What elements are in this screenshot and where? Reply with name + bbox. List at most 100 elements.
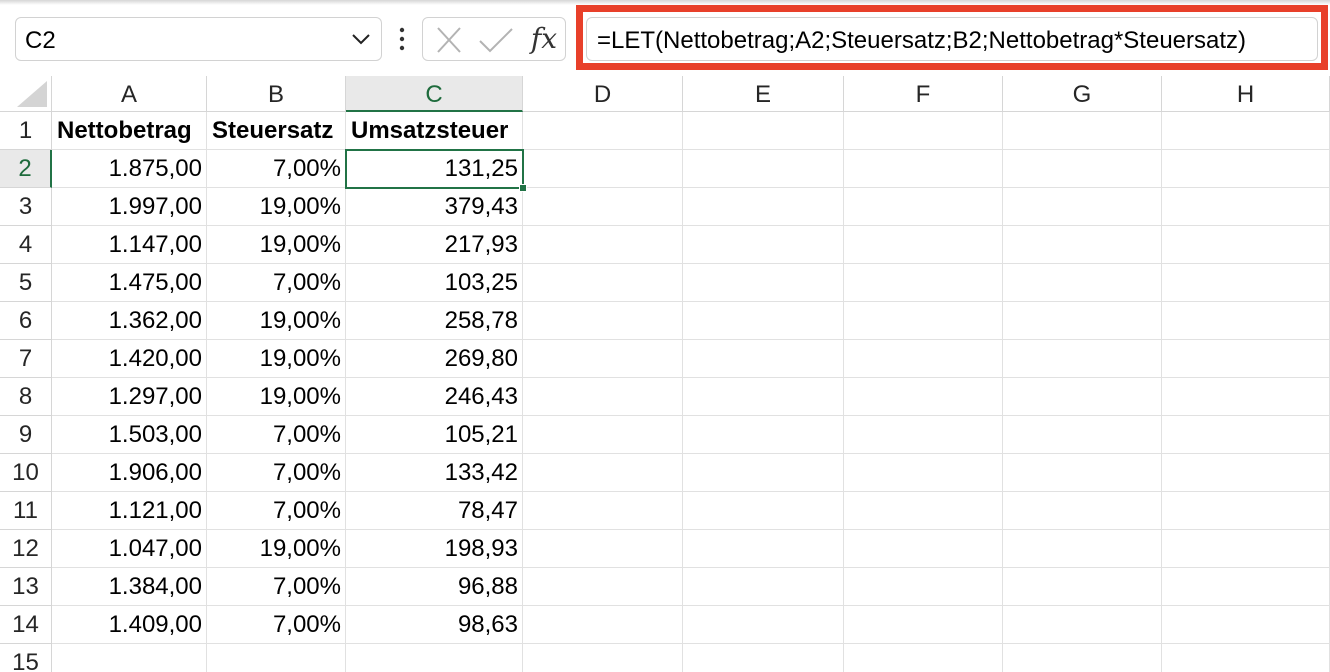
cell-a7[interactable]: 1.420,00 [52, 340, 207, 378]
cell-g8[interactable] [1003, 378, 1162, 416]
cell-e12[interactable] [683, 530, 844, 568]
row-header-4[interactable]: 4 [0, 226, 52, 264]
column-header-b[interactable]: B [207, 76, 346, 112]
cell-e6[interactable] [683, 302, 844, 340]
cell-b4[interactable]: 19,00% [207, 226, 346, 264]
cell-a14[interactable]: 1.409,00 [52, 606, 207, 644]
column-header-h[interactable]: H [1162, 76, 1330, 112]
cell-h7[interactable] [1162, 340, 1330, 378]
cell-c10[interactable]: 133,42 [346, 454, 523, 492]
row-header-11[interactable]: 11 [0, 492, 52, 530]
cell-c13[interactable]: 96,88 [346, 568, 523, 606]
cell-c7[interactable]: 269,80 [346, 340, 523, 378]
cell-d4[interactable] [523, 226, 683, 264]
cell-d6[interactable] [523, 302, 683, 340]
cell-a10[interactable]: 1.906,00 [52, 454, 207, 492]
cell-d1[interactable] [523, 112, 683, 150]
check-icon[interactable] [477, 26, 515, 54]
cell-d12[interactable] [523, 530, 683, 568]
cell-g1[interactable] [1003, 112, 1162, 150]
cell-e5[interactable] [683, 264, 844, 302]
cell-f1[interactable] [844, 112, 1003, 150]
cell-a3[interactable]: 1.997,00 [52, 188, 207, 226]
cell-e7[interactable] [683, 340, 844, 378]
cell-b3[interactable]: 19,00% [207, 188, 346, 226]
cell-h5[interactable] [1162, 264, 1330, 302]
cell-g3[interactable] [1003, 188, 1162, 226]
cell-e8[interactable] [683, 378, 844, 416]
cell-g14[interactable] [1003, 606, 1162, 644]
cell-a12[interactable]: 1.047,00 [52, 530, 207, 568]
cell-b5[interactable]: 7,00% [207, 264, 346, 302]
more-options-icon[interactable] [390, 26, 414, 52]
cell-a8[interactable]: 1.297,00 [52, 378, 207, 416]
column-header-d[interactable]: D [523, 76, 683, 112]
cell-b7[interactable]: 19,00% [207, 340, 346, 378]
cell-g4[interactable] [1003, 226, 1162, 264]
cell-f7[interactable] [844, 340, 1003, 378]
cell-d3[interactable] [523, 188, 683, 226]
cell-d11[interactable] [523, 492, 683, 530]
cell-f12[interactable] [844, 530, 1003, 568]
cell-a2[interactable]: 1.875,00 [52, 150, 207, 188]
row-header-8[interactable]: 8 [0, 378, 52, 416]
cell-a13[interactable]: 1.384,00 [52, 568, 207, 606]
cell-g6[interactable] [1003, 302, 1162, 340]
cell-d10[interactable] [523, 454, 683, 492]
cell-a9[interactable]: 1.503,00 [52, 416, 207, 454]
cell-c5[interactable]: 103,25 [346, 264, 523, 302]
cell-e4[interactable] [683, 226, 844, 264]
column-header-c[interactable]: C [346, 76, 523, 112]
cancel-icon[interactable] [431, 26, 467, 54]
cell-h15[interactable] [1162, 644, 1330, 672]
cell-c9[interactable]: 105,21 [346, 416, 523, 454]
name-box-value[interactable]: C2 [25, 27, 56, 55]
column-header-f[interactable]: F [844, 76, 1003, 112]
cell-b13[interactable]: 7,00% [207, 568, 346, 606]
cell-g15[interactable] [1003, 644, 1162, 672]
cell-h1[interactable] [1162, 112, 1330, 150]
cell-e15[interactable] [683, 644, 844, 672]
row-header-9[interactable]: 9 [0, 416, 52, 454]
cell-e1[interactable] [683, 112, 844, 150]
cell-d9[interactable] [523, 416, 683, 454]
cell-e13[interactable] [683, 568, 844, 606]
fill-handle[interactable] [519, 184, 527, 192]
cell-b15[interactable] [207, 644, 346, 672]
cell-c11[interactable]: 78,47 [346, 492, 523, 530]
cell-g5[interactable] [1003, 264, 1162, 302]
row-header-5[interactable]: 5 [0, 264, 52, 302]
cell-b10[interactable]: 7,00% [207, 454, 346, 492]
cell-a4[interactable]: 1.147,00 [52, 226, 207, 264]
cell-h8[interactable] [1162, 378, 1330, 416]
cell-a15[interactable] [52, 644, 207, 672]
cell-c12[interactable]: 198,93 [346, 530, 523, 568]
chevron-down-icon[interactable] [351, 32, 371, 46]
cell-g2[interactable] [1003, 150, 1162, 188]
cell-e14[interactable] [683, 606, 844, 644]
cell-f13[interactable] [844, 568, 1003, 606]
cell-b8[interactable]: 19,00% [207, 378, 346, 416]
cell-c8[interactable]: 246,43 [346, 378, 523, 416]
row-header-14[interactable]: 14 [0, 606, 52, 644]
cell-h11[interactable] [1162, 492, 1330, 530]
cell-f5[interactable] [844, 264, 1003, 302]
cell-d7[interactable] [523, 340, 683, 378]
cell-g10[interactable] [1003, 454, 1162, 492]
row-header-7[interactable]: 7 [0, 340, 52, 378]
cell-f15[interactable] [844, 644, 1003, 672]
row-header-2[interactable]: 2 [0, 150, 52, 188]
row-header-1[interactable]: 1 [0, 112, 52, 150]
select-all-button[interactable] [0, 76, 52, 112]
cell-a6[interactable]: 1.362,00 [52, 302, 207, 340]
row-header-13[interactable]: 13 [0, 568, 52, 606]
cell-d15[interactable] [523, 644, 683, 672]
cell-f10[interactable] [844, 454, 1003, 492]
cell-f3[interactable] [844, 188, 1003, 226]
row-header-10[interactable]: 10 [0, 454, 52, 492]
name-box[interactable]: C2 [15, 17, 382, 61]
column-header-g[interactable]: G [1003, 76, 1162, 112]
cell-d13[interactable] [523, 568, 683, 606]
cell-c6[interactable]: 258,78 [346, 302, 523, 340]
column-header-e[interactable]: E [683, 76, 844, 112]
